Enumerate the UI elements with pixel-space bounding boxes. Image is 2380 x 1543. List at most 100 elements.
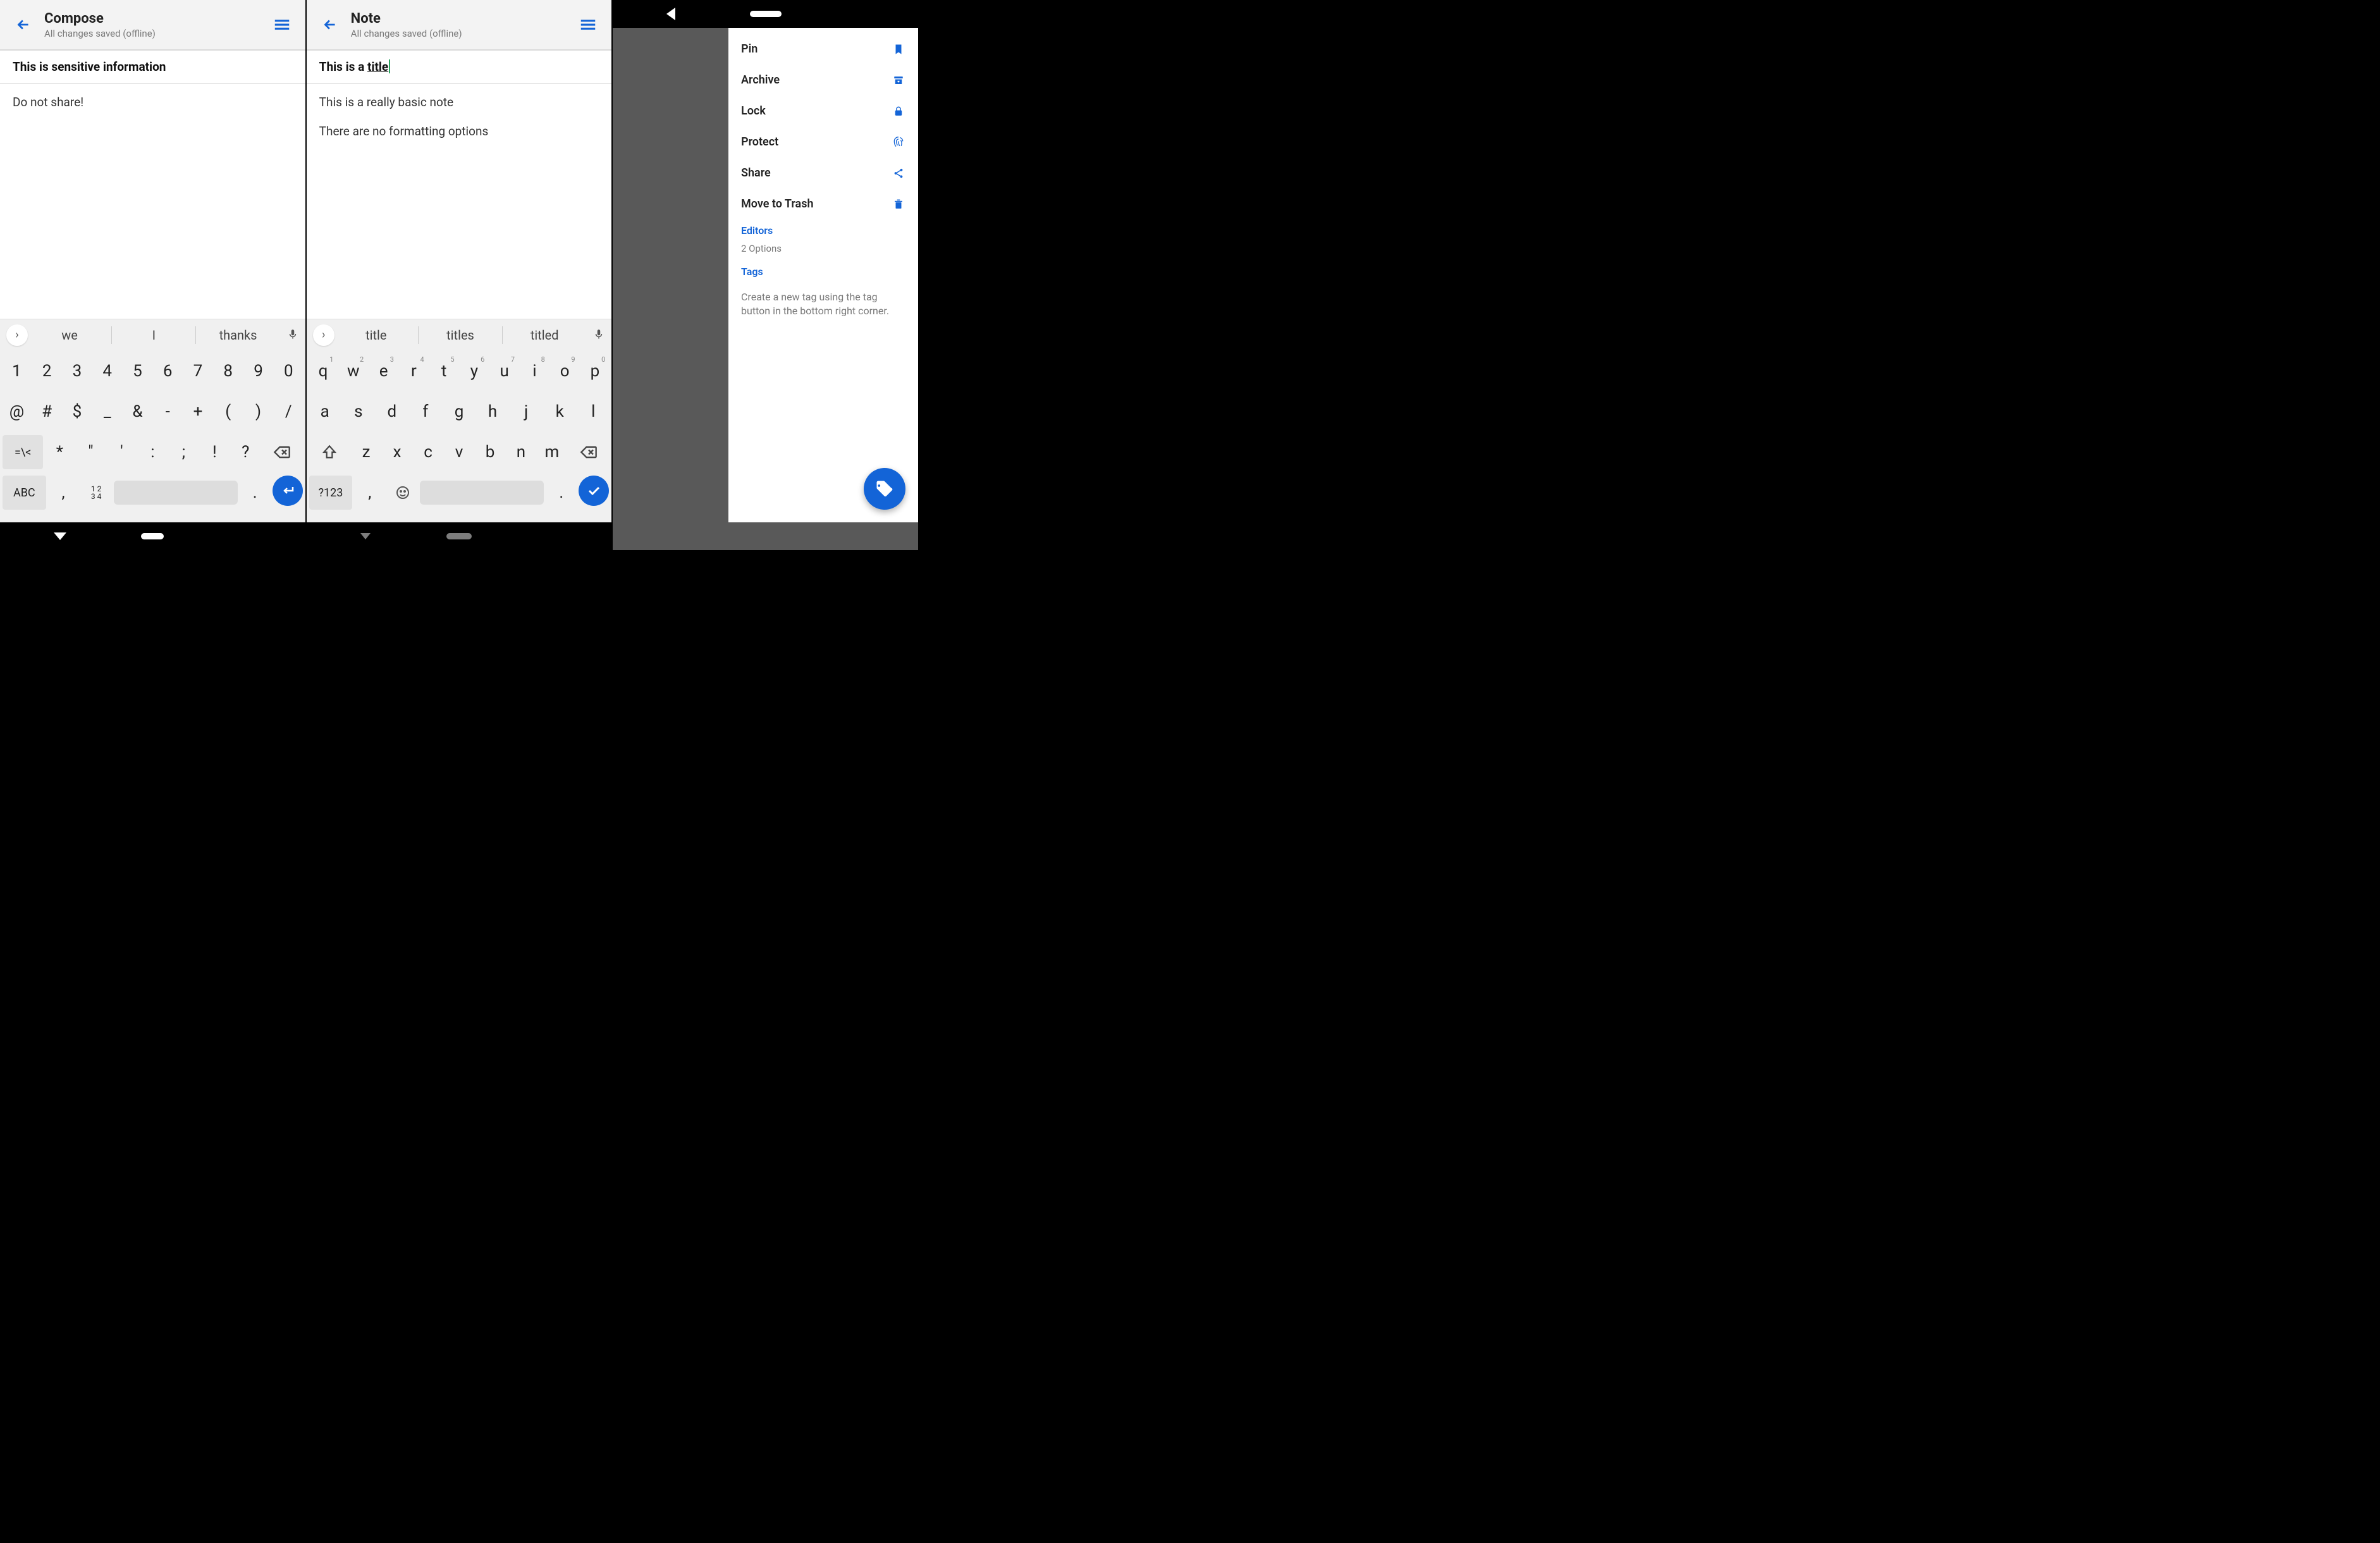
option-archive[interactable]: Archive — [728, 65, 918, 95]
key-n[interactable]: n — [506, 435, 536, 469]
key-1[interactable]: 1 — [3, 354, 31, 388]
key-.[interactable]: . — [546, 476, 577, 510]
key-l[interactable]: l — [577, 395, 609, 429]
key-;[interactable]: ; — [169, 435, 198, 469]
note-title-field[interactable]: This is a title — [307, 51, 612, 84]
key-backspace[interactable] — [262, 435, 302, 469]
key-5[interactable]: 5 — [123, 354, 152, 388]
key-h[interactable]: h — [477, 395, 508, 429]
key-)[interactable]: ) — [244, 395, 273, 429]
key-u[interactable]: u7 — [490, 354, 518, 388]
key-@[interactable]: @ — [3, 395, 31, 429]
note-body-field[interactable]: This is a really basic noteThere are no … — [307, 84, 612, 319]
add-tag-fab[interactable] — [864, 468, 905, 510]
key-confirm[interactable] — [579, 476, 609, 506]
key-numpad[interactable]: 1 23 4 — [81, 476, 112, 510]
key-m[interactable]: m — [537, 435, 567, 469]
key-s[interactable]: s — [343, 395, 374, 429]
suggestion-2[interactable]: I — [112, 328, 195, 343]
key-i[interactable]: i8 — [520, 354, 549, 388]
option-pin[interactable]: Pin — [728, 34, 918, 65]
key-o[interactable]: o9 — [551, 354, 579, 388]
suggestion-2[interactable]: titles — [419, 328, 502, 343]
key-0[interactable]: 0 — [274, 354, 303, 388]
key-3[interactable]: 3 — [63, 354, 92, 388]
key-d[interactable]: d — [376, 395, 408, 429]
key-mode-switch[interactable]: ?123 — [309, 476, 353, 510]
key-"[interactable]: " — [76, 435, 105, 469]
key-g[interactable]: g — [443, 395, 475, 429]
key-:[interactable]: : — [138, 435, 167, 469]
key-j[interactable]: j — [510, 395, 542, 429]
key-/[interactable]: / — [274, 395, 303, 429]
mic-icon[interactable] — [280, 328, 305, 343]
nav-home-icon[interactable] — [750, 11, 782, 17]
nav-hide-keyboard-icon[interactable] — [54, 532, 66, 540]
suggestion-3[interactable]: titled — [503, 328, 586, 343]
key-space[interactable] — [114, 481, 238, 505]
key-y[interactable]: y6 — [460, 354, 489, 388]
option-protect[interactable]: Protect — [728, 126, 918, 157]
key-k[interactable]: k — [544, 395, 575, 429]
key-t[interactable]: t5 — [430, 354, 458, 388]
menu-button[interactable] — [269, 11, 295, 38]
suggestion-1[interactable]: title — [334, 328, 418, 343]
tags-header[interactable]: Tags — [728, 261, 918, 283]
key-7[interactable]: 7 — [184, 354, 212, 388]
key-9[interactable]: 9 — [244, 354, 273, 388]
option-share[interactable]: Share — [728, 157, 918, 188]
key-&[interactable]: & — [123, 395, 152, 429]
back-button[interactable] — [317, 11, 343, 38]
key-8[interactable]: 8 — [214, 354, 242, 388]
key-f[interactable]: f — [410, 395, 441, 429]
key-![interactable]: ! — [200, 435, 229, 469]
key-shift[interactable] — [309, 435, 350, 469]
key-.[interactable]: . — [240, 476, 271, 510]
key-q[interactable]: q1 — [309, 354, 338, 388]
key-+[interactable]: + — [184, 395, 212, 429]
nav-back-icon[interactable] — [666, 8, 675, 20]
key-'[interactable]: ' — [107, 435, 136, 469]
key-emoji[interactable] — [387, 476, 418, 510]
key--[interactable]: - — [154, 395, 182, 429]
key-6[interactable]: 6 — [154, 354, 182, 388]
mic-icon[interactable] — [586, 328, 611, 343]
option-move-to-trash[interactable]: Move to Trash — [728, 188, 918, 219]
key-*[interactable]: * — [45, 435, 74, 469]
key-#[interactable]: # — [33, 395, 61, 429]
nav-home-icon[interactable] — [446, 533, 472, 539]
back-button[interactable] — [10, 11, 37, 38]
key-b[interactable]: b — [475, 435, 505, 469]
menu-button[interactable] — [575, 11, 601, 38]
key-4[interactable]: 4 — [93, 354, 121, 388]
note-title-field[interactable]: This is sensitive information — [0, 51, 305, 84]
key-([interactable]: ( — [214, 395, 242, 429]
option-lock[interactable]: Lock — [728, 95, 918, 126]
note-body-field[interactable]: Do not share! — [0, 84, 305, 319]
key-e[interactable]: e3 — [369, 354, 398, 388]
key-mode-switch[interactable]: =\< — [3, 435, 43, 469]
key-2[interactable]: 2 — [33, 354, 61, 388]
suggestion-1[interactable]: we — [28, 328, 111, 343]
key-w[interactable]: w2 — [339, 354, 367, 388]
key-x[interactable]: x — [383, 435, 412, 469]
editors-header[interactable]: Editors — [728, 219, 918, 242]
key-,[interactable]: , — [354, 476, 385, 510]
suggestion-3[interactable]: thanks — [196, 328, 279, 343]
key-v[interactable]: v — [445, 435, 474, 469]
key-r[interactable]: r4 — [400, 354, 428, 388]
key-c[interactable]: c — [414, 435, 443, 469]
key-?[interactable]: ? — [231, 435, 260, 469]
nav-home-icon[interactable] — [141, 533, 164, 539]
key-backspace[interactable] — [568, 435, 609, 469]
nav-hide-keyboard-icon[interactable] — [360, 533, 371, 539]
key-_[interactable]: _ — [93, 395, 121, 429]
key-$[interactable]: $ — [63, 395, 92, 429]
key-,[interactable]: , — [48, 476, 79, 510]
key-mode-switch[interactable]: ABC — [3, 476, 46, 510]
expand-button[interactable]: › — [6, 324, 28, 346]
key-p[interactable]: p0 — [581, 354, 610, 388]
key-enter[interactable] — [273, 476, 303, 506]
key-z[interactable]: z — [352, 435, 381, 469]
key-space[interactable] — [420, 481, 544, 505]
